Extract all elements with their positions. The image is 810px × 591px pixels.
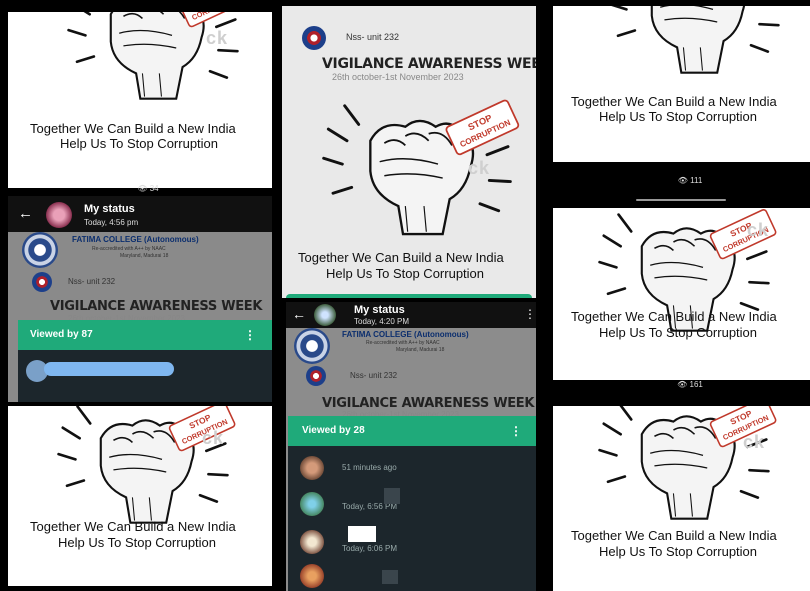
nss-unit-label: Nss- unit 232 [68, 277, 116, 286]
viewer-avatar [300, 530, 324, 554]
viewer-time: Today, 6:06 PM [342, 544, 397, 553]
list-item[interactable] [288, 560, 536, 590]
naac-text: Re-accredited with A++ by NAAC [366, 340, 440, 346]
poster-slogan-line1: Together We Can Build a New India [571, 94, 777, 109]
poster-panel-center-top: Nss- unit 232 VIGILANCE AWARENESS WEEK 2… [282, 6, 536, 298]
status-time: Today, 4:56 pm [84, 218, 139, 227]
view-count-value: 34 [149, 184, 159, 193]
viewer-list: 51 minutes ago Today, 6:56 PM Today, 6:0… [288, 446, 536, 591]
back-arrow-icon[interactable]: ← [292, 306, 306, 322]
poster-slogan-line2: Help Us To Stop Corruption [58, 535, 217, 550]
status-content: FATIMA COLLEGE (Autonomous) Re-accredite… [8, 232, 272, 402]
status-content: FATIMA COLLEGE (Autonomous) Re-accredite… [286, 328, 536, 591]
watermark-text: ck [747, 220, 770, 240]
fist-illustration [57, 406, 237, 525]
viewer-avatar [300, 456, 324, 480]
status-panel-center: ← My status Today, 4:20 PM ⋮ FATIMA COLL… [286, 302, 536, 591]
viewed-by-header[interactable]: Viewed by 87 ⋮ [18, 320, 272, 350]
status-header: ← My status Today, 4:20 PM ⋮ [286, 302, 536, 328]
view-count-value: 161 [689, 380, 703, 389]
college-name: FATIMA COLLEGE (Autonomous) [342, 330, 469, 339]
fist-illustration [67, 12, 247, 101]
viewer-avatar [300, 492, 324, 516]
more-options-icon[interactable]: ⋮ [510, 424, 522, 438]
view-count-left: 👁 34 [118, 184, 178, 193]
viewed-count: Viewed by 87 [30, 329, 93, 340]
redacted-name [44, 362, 174, 376]
poster-slogan-line2: Help Us To Stop Corruption [599, 544, 758, 559]
nss-unit-label: Nss- unit 232 [350, 371, 398, 380]
address-text: Maryland, Madurai 18 [120, 253, 169, 259]
poster-slogan-line2: Help Us To Stop Corruption [599, 109, 758, 124]
nss-logo-icon [32, 272, 52, 292]
poster-slogan-line1: Together We Can Build a New India [298, 250, 504, 265]
status-time: Today, 4:20 PM [354, 317, 409, 326]
list-item[interactable]: Today, 6:06 PM [288, 526, 536, 556]
event-title: VIGILANCE AWARENESS WEEK [50, 299, 263, 314]
view-count-r2: 👁 161 [660, 380, 720, 389]
eye-icon: 👁 [677, 380, 688, 389]
status-header: ← My status Today, 4:56 pm [8, 196, 272, 232]
viewed-count: Viewed by 28 [302, 425, 365, 436]
poster-panel-left-bottom: ck Together We Can Build a New India Hel… [8, 406, 272, 586]
more-options-icon[interactable]: ⋮ [244, 328, 256, 342]
status-panel-left: ← My status Today, 4:56 pm FATIMA COLLEG… [8, 196, 272, 402]
list-item[interactable]: Today, 6:56 PM [288, 488, 536, 518]
nss-logo-icon [306, 366, 326, 386]
redacted-block [384, 488, 400, 504]
fist-illustration [608, 6, 788, 75]
poster-slogan-line1: Together We Can Build a New India [30, 519, 236, 534]
poster-panel-right-2: ck Together We Can Build a New India Hel… [553, 208, 810, 380]
poster-slogan-line2: Help Us To Stop Corruption [326, 266, 485, 281]
poster-panel-right-1: Together We Can Build a New India Help U… [553, 6, 810, 162]
poster-slogan-line1: Together We Can Build a New India [571, 528, 777, 543]
viewer-avatar [300, 564, 324, 588]
event-title: VIGILANCE AWARENESS WEEK [322, 56, 536, 72]
fist-illustration [598, 406, 778, 521]
viewer-list [18, 350, 272, 402]
view-count-value: 111 [690, 176, 703, 185]
watermark-text: ck [743, 432, 766, 452]
college-seal-icon [22, 232, 58, 268]
watermark-text: ck [202, 428, 225, 448]
divider-line [636, 199, 726, 201]
event-date: 26th october-1st November 2023 [332, 72, 464, 82]
poster-slogan-line1: Together We Can Build a New India [30, 121, 236, 136]
back-arrow-icon[interactable]: ← [18, 205, 33, 222]
nss-unit-label: Nss- unit 232 [346, 32, 400, 42]
poster-slogan-line2: Help Us To Stop Corruption [599, 325, 758, 340]
poster-slogan-line1: Together We Can Build a New India [571, 309, 777, 324]
event-title: VIGILANCE AWARENESS WEEK [322, 396, 535, 411]
status-title: My status [84, 203, 135, 215]
eye-icon: 👁 [677, 176, 688, 185]
list-item[interactable]: 51 minutes ago [288, 452, 536, 482]
college-seal-icon [294, 328, 330, 364]
avatar[interactable] [314, 304, 336, 326]
poster-panel-left-top: ck Together We Can Build a New India Hel… [8, 12, 272, 188]
more-options-icon[interactable]: ⋮ [524, 307, 536, 321]
redacted-name [348, 526, 376, 542]
fist-illustration [322, 97, 521, 236]
redacted-block [382, 570, 398, 584]
eye-icon: 👁 [137, 184, 148, 193]
poster-slogan-line2: Help Us To Stop Corruption [60, 136, 219, 151]
college-name: FATIMA COLLEGE (Autonomous) [72, 235, 199, 244]
avatar[interactable] [46, 202, 72, 228]
watermark-text: ck [206, 28, 229, 48]
nss-logo-icon [302, 26, 326, 50]
naac-text: Re-accredited with A++ by NAAC [92, 246, 166, 252]
watermark-text: ck [468, 158, 491, 178]
view-count-r1: 👁 111 [660, 176, 720, 185]
poster-panel-right-3: ck Together We Can Build a New India Hel… [553, 406, 810, 591]
viewer-time: 51 minutes ago [342, 463, 397, 472]
viewed-by-header[interactable]: Viewed by 28 ⋮ [288, 416, 536, 446]
bottom-green-bar [286, 294, 532, 298]
status-title: My status [354, 304, 405, 316]
address-text: Maryland, Madurai 18 [396, 347, 445, 353]
